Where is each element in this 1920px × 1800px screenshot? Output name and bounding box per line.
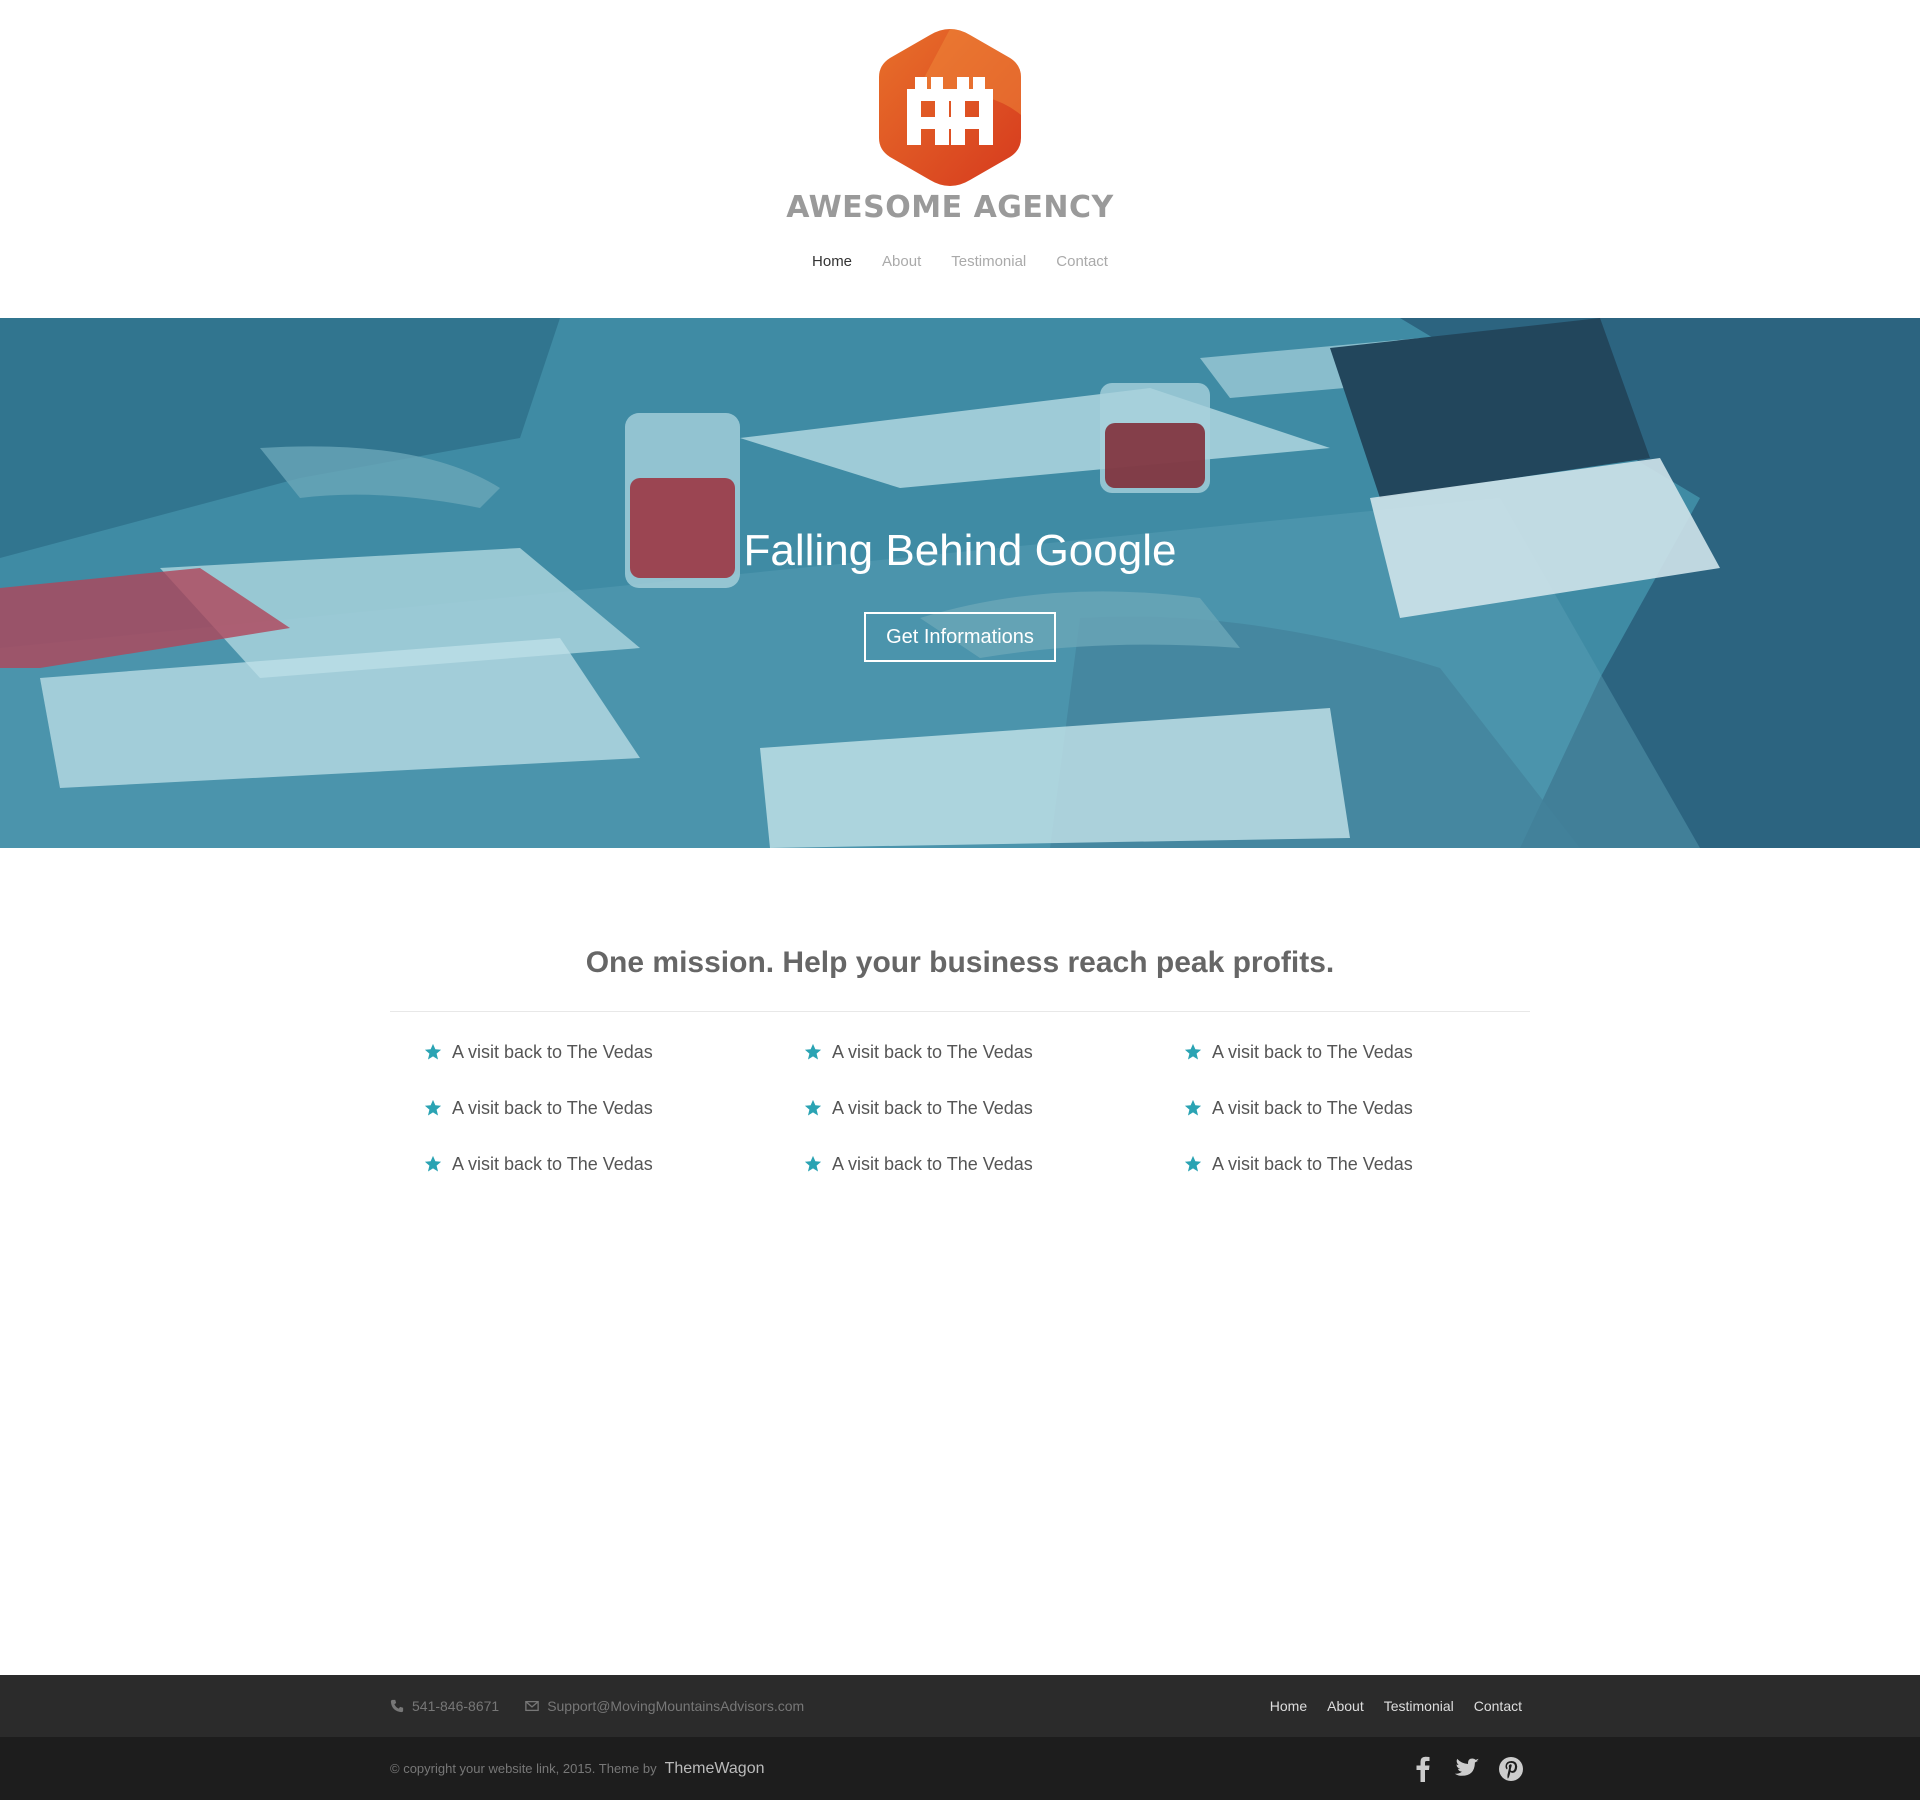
- divider: [390, 1011, 1530, 1012]
- get-informations-button[interactable]: Get Informations: [864, 612, 1056, 662]
- footer-nav-testimonial[interactable]: Testimonial: [1384, 1698, 1454, 1714]
- feature-text: A visit back to The Vedas: [832, 1153, 1033, 1174]
- twitter-icon[interactable]: [1454, 1756, 1480, 1782]
- main-nav: Home About Testimonial Contact: [0, 253, 1920, 270]
- footer-email[interactable]: Support@MovingMountainsAdvisors.com: [547, 1698, 804, 1714]
- mission-title: One mission. Help your business reach pe…: [585, 946, 1335, 979]
- copyright-text: © copyright your website link, 2015. The…: [390, 1761, 657, 1776]
- star-icon: [1184, 1155, 1202, 1172]
- footer-nav-about[interactable]: About: [1327, 1698, 1364, 1714]
- feature-text: A visit back to The Vedas: [1212, 1097, 1413, 1118]
- feature-text: A visit back to The Vedas: [832, 1097, 1033, 1118]
- hero-background-image: [0, 318, 1920, 848]
- feature-item: A visit back to The Vedas: [1184, 1040, 1564, 1064]
- star-icon: [1184, 1099, 1202, 1116]
- feature-item: A visit back to The Vedas: [1184, 1096, 1564, 1120]
- feature-text: A visit back to The Vedas: [1212, 1041, 1413, 1062]
- feature-item: A visit back to The Vedas: [1184, 1152, 1564, 1176]
- feature-item: A visit back to The Vedas: [424, 1040, 804, 1064]
- copyright: © copyright your website link, 2015. The…: [390, 1737, 765, 1800]
- logo[interactable]: AWESOME AGENCY: [785, 20, 1115, 230]
- feature-list: A visit back to The Vedas A visit back t…: [424, 1040, 1564, 1176]
- nav-about[interactable]: About: [882, 253, 921, 270]
- feature-text: A visit back to The Vedas: [452, 1041, 653, 1062]
- footer-nav-contact[interactable]: Contact: [1474, 1698, 1522, 1714]
- star-icon: [424, 1043, 442, 1060]
- phone-icon: [390, 1699, 404, 1713]
- logo-hexagon-icon: [879, 29, 1021, 186]
- social-links: [1410, 1737, 1524, 1800]
- feature-text: A visit back to The Vedas: [1212, 1153, 1413, 1174]
- site-header: AWESOME AGENCY Home About Testimonial Co…: [0, 0, 1920, 318]
- star-icon: [424, 1099, 442, 1116]
- feature-text: A visit back to The Vedas: [452, 1153, 653, 1174]
- pinterest-icon[interactable]: [1498, 1756, 1524, 1782]
- logo-text: AWESOME AGENCY: [786, 190, 1114, 225]
- star-icon: [804, 1155, 822, 1172]
- feature-item: A visit back to The Vedas: [424, 1096, 804, 1120]
- star-icon: [804, 1043, 822, 1060]
- footer-phone[interactable]: 541-846-8671: [412, 1698, 499, 1714]
- footer-nav: Home About Testimonial Contact: [1270, 1675, 1522, 1737]
- star-icon: [424, 1155, 442, 1172]
- feature-item: A visit back to The Vedas: [804, 1040, 1184, 1064]
- nav-home[interactable]: Home: [812, 253, 852, 270]
- hero-banner: Falling Behind Google Get Informations: [0, 318, 1920, 848]
- facebook-icon[interactable]: [1410, 1756, 1436, 1782]
- footer-bottom: © copyright your website link, 2015. The…: [0, 1737, 1920, 1800]
- star-icon: [1184, 1043, 1202, 1060]
- nav-testimonial[interactable]: Testimonial: [951, 253, 1026, 270]
- envelope-icon: [525, 1700, 539, 1712]
- footer-top: 541-846-8671 Support@MovingMountainsAdvi…: [0, 1675, 1920, 1737]
- feature-text: A visit back to The Vedas: [832, 1041, 1033, 1062]
- star-icon: [804, 1099, 822, 1116]
- feature-item: A visit back to The Vedas: [804, 1152, 1184, 1176]
- footer-nav-home[interactable]: Home: [1270, 1698, 1307, 1714]
- feature-text: A visit back to The Vedas: [452, 1097, 653, 1118]
- feature-item: A visit back to The Vedas: [424, 1152, 804, 1176]
- hero-title: Falling Behind Google: [743, 526, 1177, 575]
- footer-contact: 541-846-8671 Support@MovingMountainsAdvi…: [390, 1675, 804, 1737]
- feature-item: A visit back to The Vedas: [804, 1096, 1184, 1120]
- themewagon-link[interactable]: ThemeWagon: [665, 1760, 765, 1778]
- nav-contact[interactable]: Contact: [1056, 253, 1108, 270]
